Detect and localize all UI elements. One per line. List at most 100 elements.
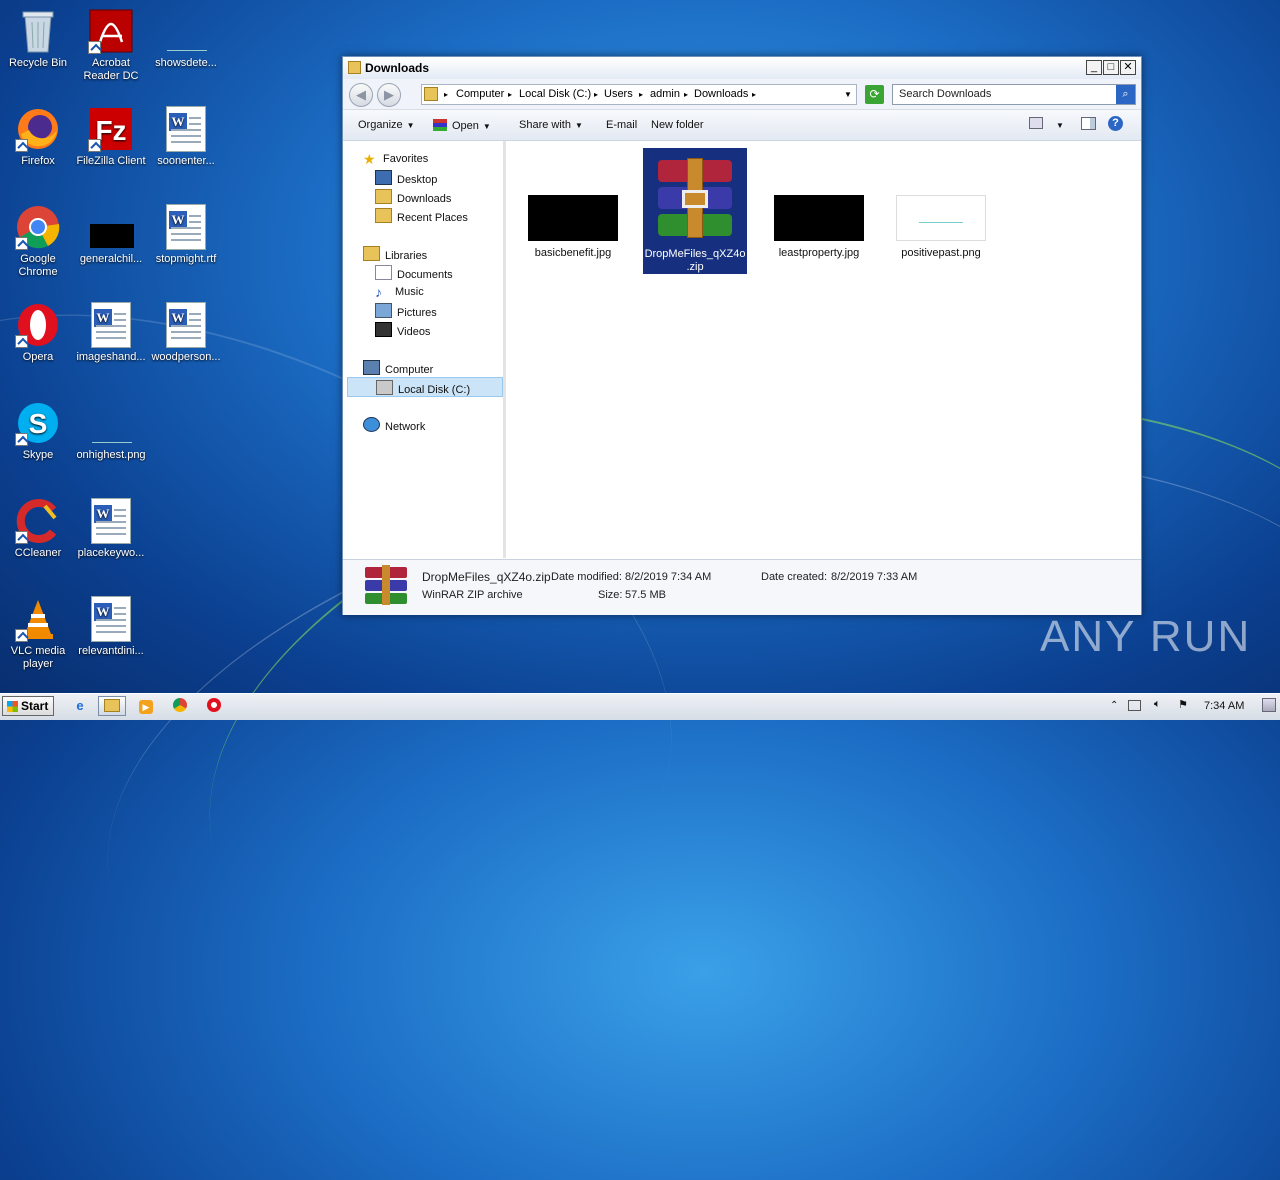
desktop-icon-recycle-bin[interactable]: Recycle Bin: [0, 8, 76, 70]
address-bar[interactable]: ▸ Computer ▸ Local Disk (C:) ▸ Users ▸ a…: [421, 84, 857, 105]
change-view-icon[interactable]: [1029, 117, 1043, 129]
desktop-icon-firefox[interactable]: Firefox: [0, 106, 76, 168]
desktop-icon-showsdete[interactable]: showsdete...: [148, 8, 224, 70]
skype-icon: S: [15, 400, 61, 446]
word-document-icon: W: [88, 302, 134, 348]
desktop-icon-relevantdini[interactable]: W relevantdini...: [73, 596, 149, 658]
winrar-icon: [433, 119, 447, 131]
file-item[interactable]: basicbenefit.jpg: [521, 195, 625, 260]
view-options-dropdown-icon[interactable]: ▼: [1056, 121, 1064, 130]
nav-label: Favorites: [383, 153, 429, 165]
share-with-label: Share with: [519, 119, 571, 131]
chrome-taskbar-icon[interactable]: [166, 696, 194, 716]
desktop-icon-vlc[interactable]: VLC media player: [0, 596, 76, 671]
organize-button[interactable]: Organize ▼: [358, 119, 415, 131]
anyrun-watermark: ANY RUN: [1040, 612, 1252, 661]
start-button[interactable]: Start: [2, 696, 54, 716]
winrar-archive-icon: [650, 154, 740, 244]
shortcut-arrow-icon: [88, 139, 101, 152]
winrar-archive-icon: [363, 565, 409, 605]
nav-favorites[interactable]: ★ Favorites: [363, 151, 428, 169]
open-button[interactable]: Open ▼: [433, 119, 491, 132]
desktop-icon-ccleaner[interactable]: CCleaner: [0, 498, 76, 560]
nav-downloads[interactable]: Downloads: [375, 189, 451, 207]
address-dropdown-icon[interactable]: ▼: [844, 90, 852, 99]
image-file-icon: [88, 204, 134, 250]
desktop-icon-label: relevantdini...: [78, 645, 144, 657]
desktop-icon-skype[interactable]: S Skype: [0, 400, 76, 462]
desktop-icon-label: onhighest.png: [76, 449, 146, 461]
breadcrumb-admin[interactable]: admin: [650, 88, 680, 100]
desktop-icon-label: Firefox: [21, 155, 55, 167]
desktop-icon-chrome[interactable]: Google Chrome: [0, 204, 76, 279]
desktop-icon-opera[interactable]: Opera: [0, 302, 76, 364]
file-item-selected[interactable]: DropMeFiles_qXZ4o .zip: [643, 148, 747, 274]
nav-pictures[interactable]: Pictures: [375, 303, 437, 321]
help-icon[interactable]: ?: [1108, 116, 1123, 131]
explorer-window: Downloads _ □ ✕ ◀ ▶ ▸ Computer ▸ Local D…: [342, 56, 1142, 615]
libraries-icon: [363, 246, 380, 261]
network-tray-icon[interactable]: [1128, 700, 1141, 711]
minimize-button[interactable]: _: [1086, 60, 1102, 75]
nav-music[interactable]: ♪ Music: [375, 284, 424, 302]
firefox-icon: [15, 106, 61, 152]
nav-computer[interactable]: Computer: [363, 360, 433, 378]
search-icon[interactable]: ⌕: [1116, 85, 1135, 104]
detail-date-created-label: Date created:: [761, 571, 828, 583]
file-item[interactable]: positivepast.png: [889, 195, 993, 260]
desktop-icon-acrobat[interactable]: Acrobat Reader DC: [73, 8, 149, 83]
svg-text:S: S: [29, 408, 48, 439]
desktop-icon-filezilla[interactable]: Fz FileZilla Client: [73, 106, 149, 168]
desktop-icon-imageshand[interactable]: W imageshand...: [73, 302, 149, 364]
detail-date-created: 8/2/2019 7:33 AM: [831, 571, 918, 583]
breadcrumb-users[interactable]: Users: [604, 88, 633, 100]
desktop-icon-stopmight[interactable]: W stopmight.rtf: [148, 204, 224, 266]
word-document-icon: W: [163, 204, 209, 250]
nav-label: Computer: [385, 364, 434, 376]
email-button[interactable]: E-mail: [606, 119, 637, 131]
nav-desktop[interactable]: Desktop: [375, 170, 437, 188]
new-folder-button[interactable]: New folder: [651, 119, 704, 131]
internet-explorer-icon[interactable]: e: [66, 696, 94, 716]
back-button[interactable]: ◀: [349, 83, 373, 107]
show-hidden-icons-icon[interactable]: ⌃: [1110, 700, 1118, 711]
clock[interactable]: 7:34 AM: [1204, 700, 1254, 712]
title-bar[interactable]: Downloads _ □ ✕: [343, 57, 1141, 79]
computer-icon: [363, 360, 380, 375]
volume-icon[interactable]: 🔈︎: [1154, 698, 1161, 711]
desktop-icon-woodperson[interactable]: W woodperson...: [148, 302, 224, 364]
recycle-bin-icon: [15, 8, 61, 54]
close-button[interactable]: ✕: [1120, 60, 1136, 75]
explorer-taskbar-icon[interactable]: [98, 696, 126, 716]
file-item[interactable]: leastproperty.jpg: [767, 195, 871, 260]
action-center-flag-icon[interactable]: ⚑: [1178, 698, 1188, 711]
ccleaner-icon: [15, 498, 61, 544]
desktop-icon-generalchil[interactable]: generalchil...: [73, 204, 149, 266]
show-desktop-button[interactable]: [1262, 698, 1276, 712]
chrome-icon: [15, 204, 61, 250]
maximize-button[interactable]: □: [1103, 60, 1119, 75]
nav-network[interactable]: Network: [363, 417, 425, 435]
documents-icon: [375, 265, 392, 280]
forward-button[interactable]: ▶: [377, 83, 401, 107]
nav-documents[interactable]: Documents: [375, 265, 453, 283]
breadcrumb-downloads[interactable]: Downloads: [694, 88, 748, 100]
opera-taskbar-icon[interactable]: [200, 696, 228, 716]
breadcrumb-computer[interactable]: Computer: [456, 88, 504, 100]
desktop-icon-label: soonenter...: [157, 155, 215, 167]
desktop-icon-soonenter[interactable]: W soonenter...: [148, 106, 224, 168]
image-thumbnail: [774, 195, 864, 241]
search-input[interactable]: Search Downloads: [892, 84, 1136, 105]
preview-pane-icon[interactable]: [1081, 117, 1096, 130]
media-player-icon[interactable]: ▶: [132, 696, 160, 716]
desktop-icon-placekeywo[interactable]: W placekeywo...: [73, 498, 149, 560]
desktop-icon-onhighest[interactable]: onhighest.png: [73, 400, 149, 462]
share-with-button[interactable]: Share with ▼: [519, 119, 583, 131]
nav-videos[interactable]: Videos: [375, 322, 430, 340]
nav-recent-places[interactable]: Recent Places: [375, 208, 468, 226]
breadcrumb-local-disk[interactable]: Local Disk (C:): [519, 88, 591, 100]
nav-local-disk[interactable]: Local Disk (C:): [347, 377, 503, 397]
vlc-icon: [15, 596, 61, 642]
refresh-button[interactable]: ⟳: [865, 85, 884, 104]
nav-libraries[interactable]: Libraries: [363, 246, 427, 264]
